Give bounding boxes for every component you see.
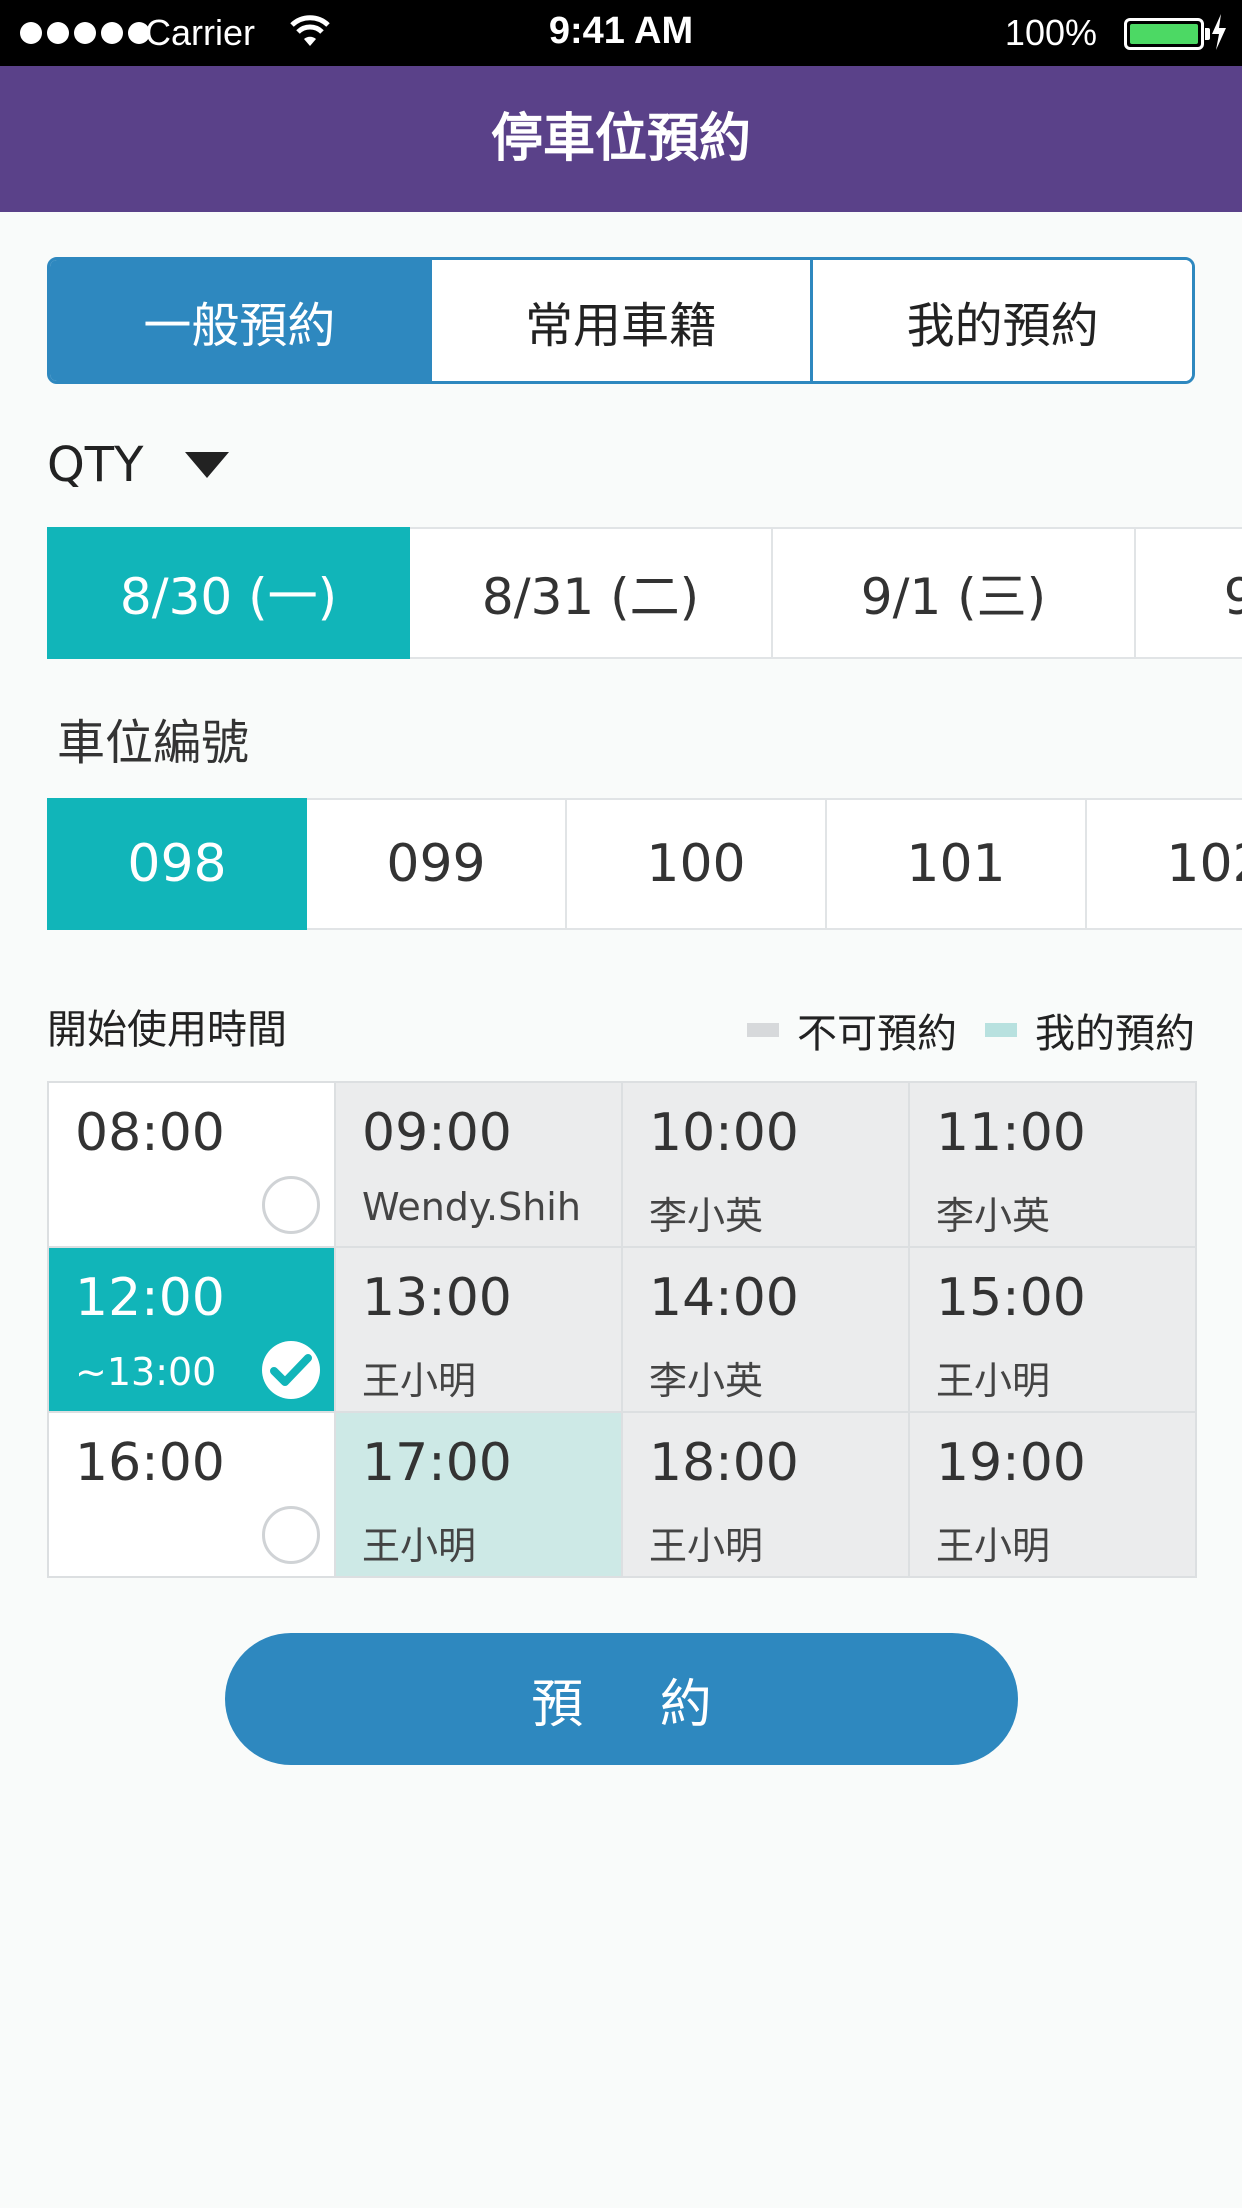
time-slot: 19:00 王小明: [910, 1413, 1197, 1578]
time-slot[interactable]: 08:00: [49, 1083, 336, 1248]
tab-frequent-vehicles[interactable]: 常用車籍: [431, 260, 814, 381]
slot-booker: 李小英: [649, 1359, 764, 1403]
time-slot-grid: 08:00 09:00 Wendy.Shih 10:00 李小英 11:00 李…: [47, 1081, 1197, 1578]
slot-time: 13:00: [362, 1268, 512, 1328]
time-slot[interactable]: 16:00: [49, 1413, 336, 1578]
tab-my-bookings[interactable]: 我的預約: [813, 260, 1192, 381]
slot-booker: 王小明: [936, 1359, 1051, 1403]
slot-time: 19:00: [936, 1433, 1086, 1493]
slot-time: 12:00: [75, 1268, 225, 1328]
legend-unavailable-swatch: [747, 1023, 779, 1037]
spot-option[interactable]: 101: [827, 798, 1087, 930]
date-option[interactable]: 8/31 (二): [410, 527, 773, 659]
time-slot: 13:00 王小明: [336, 1248, 623, 1413]
tab-general-booking[interactable]: 一般預約: [50, 260, 432, 381]
location-dropdown[interactable]: QTY: [47, 432, 230, 498]
time-slot-mine[interactable]: 17:00 王小明: [336, 1413, 623, 1578]
radio-unchecked-icon[interactable]: [262, 1176, 320, 1234]
spot-option[interactable]: 098: [47, 798, 307, 930]
battery-percent: 100%: [1004, 12, 1097, 53]
slot-time: 18:00: [649, 1433, 799, 1493]
checkmark-icon[interactable]: [262, 1341, 320, 1399]
slot-booker: 李小英: [649, 1194, 764, 1238]
reserve-button[interactable]: 預 約: [225, 1633, 1018, 1765]
time-slot: 09:00 Wendy.Shih: [336, 1083, 623, 1248]
spot-selector: 098 099 100 101 102: [47, 798, 1242, 930]
tab-bar: 一般預約 常用車籍 我的預約: [47, 257, 1195, 384]
spot-section-title: 車位編號: [57, 715, 250, 771]
page-title: 停車位預約: [0, 66, 1242, 212]
slot-time: 16:00: [75, 1433, 225, 1493]
time-slot-selected[interactable]: 12:00 ~13:00: [49, 1248, 336, 1413]
status-bar: Carrier 9:41 AM 100%: [0, 0, 1242, 66]
spot-option[interactable]: 100: [567, 798, 827, 930]
time-slot: 10:00 李小英: [623, 1083, 910, 1248]
slot-booker: 王小明: [649, 1524, 764, 1568]
slot-booker: 李小英: [936, 1194, 1051, 1238]
date-selector: 8/30 (一) 8/31 (二) 9/1 (三) 9/2 (四): [47, 527, 1242, 659]
legend-unavailable-label: 不可預約: [797, 1011, 957, 1057]
time-section-title: 開始使用時間: [47, 1007, 287, 1053]
legend-mine-label: 我的預約: [1035, 1011, 1195, 1057]
slot-time: 17:00: [362, 1433, 512, 1493]
slot-booker: 王小明: [362, 1359, 477, 1403]
legend-mine-swatch: [985, 1023, 1017, 1037]
slot-time: 14:00: [649, 1268, 799, 1328]
slot-booker: 王小明: [362, 1524, 477, 1568]
slot-time: 08:00: [75, 1103, 225, 1163]
location-value: QTY: [47, 437, 144, 493]
slot-time: 11:00: [936, 1103, 1086, 1163]
slot-end-time: ~13:00: [75, 1350, 217, 1394]
date-option[interactable]: 9/2 (四): [1136, 527, 1242, 659]
time-section-header: 開始使用時間 不可預約 我的預約: [47, 1000, 1195, 1060]
date-option[interactable]: 9/1 (三): [773, 527, 1136, 659]
charging-bolt-icon: [1210, 14, 1228, 54]
time-slot: 14:00 李小英: [623, 1248, 910, 1413]
slot-booker: Wendy.Shih: [362, 1185, 581, 1229]
time-slot: 18:00 王小明: [623, 1413, 910, 1578]
slot-booker: 王小明: [936, 1524, 1051, 1568]
caret-down-icon: [185, 452, 230, 478]
slot-time: 15:00: [936, 1268, 1086, 1328]
spot-option[interactable]: 102: [1087, 798, 1242, 930]
spot-option[interactable]: 099: [307, 798, 567, 930]
slot-time: 10:00: [649, 1103, 799, 1163]
radio-unchecked-icon[interactable]: [262, 1506, 320, 1564]
battery-icon: [1124, 18, 1204, 50]
time-slot: 11:00 李小英: [910, 1083, 1197, 1248]
time-slot: 15:00 王小明: [910, 1248, 1197, 1413]
slot-time: 09:00: [362, 1103, 512, 1163]
legend: 不可預約 我的預約: [747, 1000, 1195, 1060]
date-option[interactable]: 8/30 (一): [47, 527, 410, 659]
